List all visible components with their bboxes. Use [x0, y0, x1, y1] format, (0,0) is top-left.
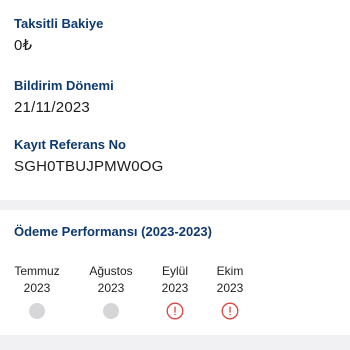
- record-reference-value: SGH0TBUJPMW0OG: [14, 158, 164, 175]
- notification-period-label: Bildirim Dönemi: [14, 78, 114, 93]
- installment-balance-value: 0₺: [14, 37, 33, 54]
- notification-period-value: 21/11/2023: [14, 99, 90, 116]
- month-column-agustos: Ağustos 2023: [76, 263, 146, 319]
- month-column-ekim: Ekim 2023: [195, 263, 265, 320]
- month-name: Temmuz: [14, 264, 60, 278]
- account-info-card: Taksitli Bakiye 0₺ Bildirim Dönemi 21/11…: [0, 0, 350, 200]
- notification-period-field: Bildirim Dönemi 21/11/2023: [14, 78, 114, 117]
- section-divider: [0, 200, 350, 210]
- month-column-temmuz: Temmuz 2023: [2, 263, 72, 319]
- month-name: Ağustos: [89, 264, 133, 278]
- payment-performance-section: Ödeme Performansı (2023-2023) Temmuz 202…: [0, 210, 350, 335]
- month-year: 2023: [23, 281, 51, 295]
- record-reference-label: Kayıt Referans No: [14, 137, 126, 152]
- no-data-dot: [103, 303, 119, 319]
- bottom-divider: [0, 335, 350, 350]
- alert-circle-icon[interactable]: [166, 302, 184, 320]
- month-name: Ekim: [216, 264, 244, 278]
- record-reference-field: Kayıt Referans No SGH0TBUJPMW0OG: [14, 137, 163, 176]
- installment-balance-label: Taksitli Bakiye: [14, 16, 104, 31]
- no-data-dot: [29, 303, 45, 319]
- alert-circle-icon[interactable]: [221, 302, 239, 320]
- installment-balance-field: Taksitli Bakiye 0₺: [14, 16, 103, 55]
- month-year: 2023: [216, 281, 244, 295]
- month-year: 2023: [97, 281, 125, 295]
- credit-detail-screen: Taksitli Bakiye 0₺ Bildirim Dönemi 21/11…: [0, 0, 350, 350]
- payment-performance-title: Ödeme Performansı (2023-2023): [14, 224, 212, 239]
